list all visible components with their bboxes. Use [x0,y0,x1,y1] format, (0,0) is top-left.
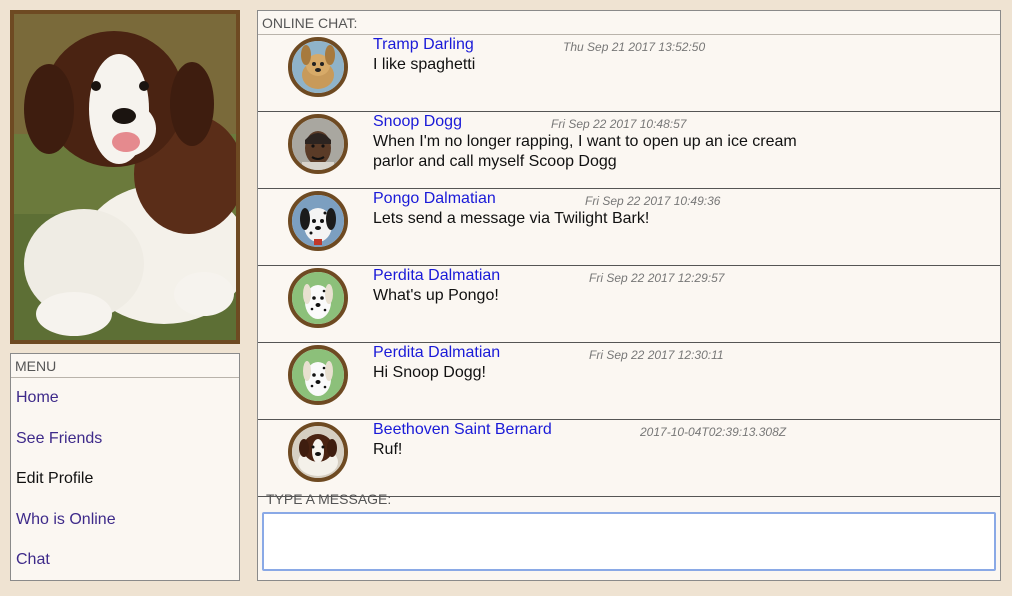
message-timestamp: Fri Sep 22 2017 12:30:11 [589,348,724,362]
sender-name[interactable]: Perdita Dalmatian [373,267,500,285]
menu-title: MENU [11,354,239,378]
message-text: When I'm no longer rapping, I want to op… [373,133,797,170]
sender-name[interactable]: Beethoven Saint Bernard [373,421,552,439]
message-text: Lets send a message via Twilight Bark! [373,210,650,227]
menu-item-see-friends[interactable]: See Friends [11,419,239,460]
sender-name[interactable]: Perdita Dalmatian [373,344,500,362]
online-chat-panel: ONLINE CHAT: Tramp Darling Thu Sep 21 20… [257,10,1001,581]
menu-item-home[interactable]: Home [11,378,239,419]
message-list: Tramp Darling Thu Sep 21 2017 13:52:50 I… [258,35,1000,497]
chat-message: Perdita Dalmatian Fri Sep 22 2017 12:29:… [258,266,1000,343]
message-timestamp: Thu Sep 21 2017 13:52:50 [563,40,706,54]
sender-name[interactable]: Snoop Dogg [373,113,462,131]
chat-message: Snoop Dogg Fri Sep 22 2017 10:48:57 When… [258,112,1000,189]
chat-message: Beethoven Saint Bernard 2017-10-04T02:39… [258,420,1000,497]
message-text: I like spaghetti [373,56,476,73]
chat-title: ONLINE CHAT: [258,11,1000,35]
avatar[interactable] [288,268,348,328]
message-text: What's up Pongo! [373,287,499,304]
sender-name[interactable]: Pongo Dalmatian [373,190,496,208]
message-timestamp: 2017-10-04T02:39:13.308Z [640,425,787,439]
profile-photo [10,10,240,344]
menu-item-chat[interactable]: Chat [11,540,239,581]
message-text: Hi Snoop Dogg! [373,364,486,381]
message-input[interactable] [262,512,996,571]
menu-item-edit-profile[interactable]: Edit Profile [11,459,239,500]
chat-message: Tramp Darling Thu Sep 21 2017 13:52:50 I… [258,35,1000,112]
chat-message: Perdita Dalmatian Fri Sep 22 2017 12:30:… [258,343,1000,420]
message-text: Ruf! [373,441,403,458]
avatar[interactable] [288,37,348,97]
type-message-label: TYPE A MESSAGE: [266,491,392,507]
chat-message: Pongo Dalmatian Fri Sep 22 2017 10:49:36… [258,189,1000,266]
message-timestamp: Fri Sep 22 2017 12:29:57 [589,271,725,285]
avatar[interactable] [288,345,348,405]
avatar[interactable] [288,191,348,251]
message-timestamp: Fri Sep 22 2017 10:48:57 [551,117,687,131]
message-timestamp: Fri Sep 22 2017 10:49:36 [585,194,721,208]
menu-item-who-is-online[interactable]: Who is Online [11,500,239,541]
sender-name[interactable]: Tramp Darling [373,36,474,54]
side-menu: MENU Home See Friends Edit Profile Who i… [10,353,240,581]
avatar[interactable] [288,114,348,174]
avatar[interactable] [288,422,348,482]
